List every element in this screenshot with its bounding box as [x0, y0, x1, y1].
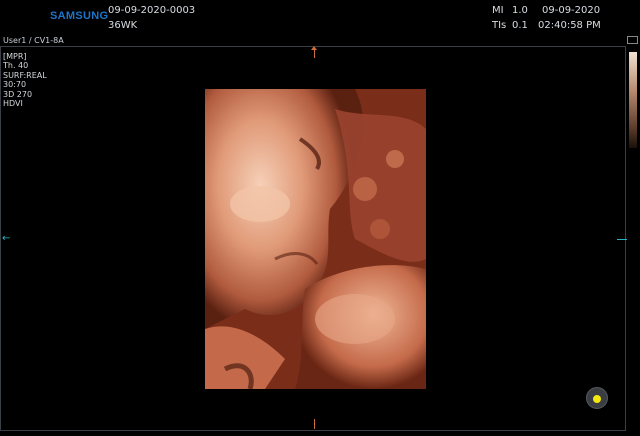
top-scan-line: [314, 48, 315, 58]
imaging-parameters: [MPR] Th. 40 SURF:REAL 30:70 3D 270 HDVI: [3, 52, 47, 108]
param-surface: SURF:REAL: [3, 70, 47, 80]
tis-label: TIs: [492, 20, 507, 31]
mi-value: 1.0: [512, 5, 528, 16]
gestational-age: 36WK: [108, 20, 138, 31]
mi-label: MI: [492, 5, 504, 16]
param-thickness: Th. 40: [3, 61, 29, 71]
tis-value: 0.1: [512, 20, 528, 31]
brand-logo: SAMSUNG: [50, 10, 109, 22]
bottom-scan-line: [314, 419, 315, 429]
color-map-bar: [629, 52, 637, 148]
ultrasound-3d-image: [205, 89, 426, 389]
trackball-dot-icon: [593, 395, 601, 403]
param-ratio: 30:70: [3, 80, 27, 90]
param-hdvi: HDVI: [3, 99, 23, 109]
fetal-face-render: [205, 89, 426, 389]
exam-date: 09-09-2020: [542, 5, 601, 16]
color-map-box: [627, 36, 638, 44]
patient-id: 09-09-2020-0003: [108, 5, 196, 16]
param-mode: [MPR]: [3, 52, 27, 61]
probe-info: User1 / CV1-8A: [3, 36, 64, 45]
exam-time: 02:40:58 PM: [538, 20, 601, 31]
param-3d: 3D 270: [3, 89, 33, 99]
right-plane-marker: [617, 239, 627, 240]
left-arrow-icon: ←: [2, 233, 11, 244]
